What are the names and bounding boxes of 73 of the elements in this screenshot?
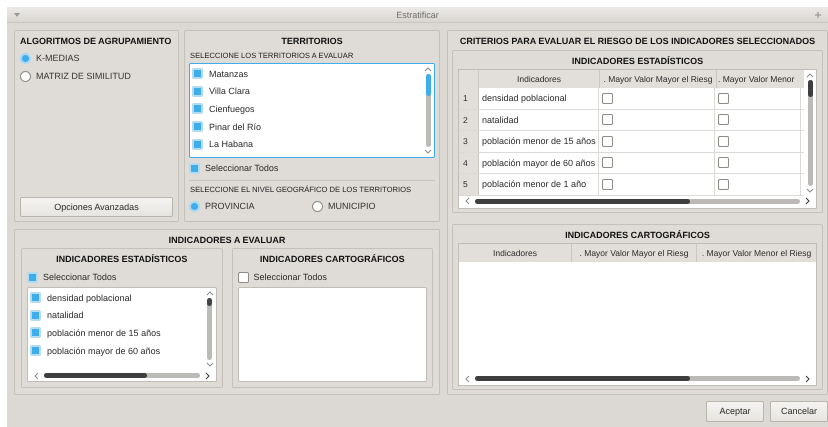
indicator-label[interactable]: población menor de 15 años: [47, 328, 161, 338]
panel-title: INDICADORES A EVALUAR: [168, 234, 286, 247]
checkbox[interactable]: [238, 272, 248, 282]
dialog-button[interactable]: Aceptar: [706, 400, 764, 422]
window-title: Estratificar: [396, 10, 439, 20]
horizontal-scrollbar[interactable]: [475, 198, 800, 204]
horizontal-scrollbar[interactable]: [475, 376, 800, 381]
checkbox[interactable]: [602, 178, 613, 190]
table-cell: natalidad: [479, 110, 599, 130]
indicator-label[interactable]: densidad poblacional: [47, 292, 132, 303]
panel-title: ALGORITMOS DE AGRUPAMIENTO: [20, 35, 172, 48]
vertical-scrollbar[interactable]: [808, 80, 812, 186]
panel-title: TERRITORIOS: [280, 35, 344, 48]
chevron-left-icon[interactable]: [34, 372, 39, 380]
vertical-scrollbar[interactable]: [426, 74, 430, 147]
row-number: 3: [459, 131, 479, 152]
chevron-up-icon[interactable]: [206, 291, 214, 296]
checkbox[interactable]: [718, 114, 729, 126]
territory-label[interactable]: Matanzas: [209, 68, 248, 79]
radio-button[interactable]: [189, 200, 200, 212]
panel-title: INDICADORES ESTADÍSTICOS: [55, 253, 188, 266]
checkbox-label[interactable]: Seleccionar Todos: [205, 163, 278, 173]
radio-label[interactable]: K-MEDIAS: [36, 53, 80, 63]
vertical-scrollbar[interactable]: [207, 298, 212, 360]
radio-label[interactable]: MATRIZ DE SIMILITUD: [36, 71, 131, 81]
checkbox[interactable]: [602, 157, 613, 168]
indicator-label[interactable]: población mayor de 60 años: [47, 346, 160, 356]
chevron-left-icon[interactable]: [465, 197, 470, 205]
menu-triangle-icon[interactable]: [13, 12, 21, 18]
territory-label[interactable]: Pinar del Río: [209, 122, 262, 132]
chevron-up-icon[interactable]: [806, 73, 814, 78]
maximize-icon[interactable]: [814, 10, 822, 18]
chevron-down-icon[interactable]: [424, 149, 432, 154]
checkbox-label[interactable]: Seleccionar Todos: [43, 272, 116, 282]
checkbox-label[interactable]: Seleccionar Todos: [254, 272, 327, 282]
table-cell: población mayor de 60 años: [479, 152, 599, 173]
checkbox[interactable]: [602, 92, 613, 104]
radio-label[interactable]: MUNICIPIO: [328, 201, 376, 211]
table-cell: densidad poblacional: [479, 88, 599, 108]
row-number: 2: [459, 110, 479, 130]
horizontal-scrollbar[interactable]: [44, 373, 200, 378]
chevron-down-icon[interactable]: [206, 362, 214, 367]
row-number: 5: [459, 174, 479, 194]
checkbox[interactable]: [602, 114, 613, 126]
radio-button[interactable]: [20, 70, 31, 82]
dialog-button[interactable]: Cancelar: [770, 400, 828, 422]
table-cell: población menor de 1 año: [479, 174, 599, 194]
radio-button[interactable]: [20, 52, 31, 64]
chevron-left-icon[interactable]: [465, 374, 470, 382]
checkbox[interactable]: [718, 136, 729, 147]
chevron-right-icon[interactable]: [805, 197, 810, 205]
row-number: 4: [459, 152, 479, 173]
checkbox[interactable]: [718, 178, 729, 190]
checkbox[interactable]: [602, 136, 613, 147]
checkbox[interactable]: [718, 92, 729, 104]
table-cell: población menor de 15 años: [479, 131, 599, 152]
indicator-label[interactable]: natalidad: [47, 310, 84, 320]
chevron-right-icon[interactable]: [204, 372, 210, 380]
row-number: 1: [459, 88, 479, 108]
checkbox[interactable]: [718, 157, 729, 168]
chevron-right-icon[interactable]: [805, 374, 810, 382]
territory-label[interactable]: La Habana: [209, 139, 254, 150]
panel-title: INDICADORES ESTADÍSTICOS: [570, 55, 704, 68]
radio-button[interactable]: [312, 200, 323, 212]
panel-title: CRITERIOS PARA EVALUAR EL RIESGO DE LOS INDICADORES SELECCIONADOS: [458, 35, 816, 48]
chevron-up-icon[interactable]: [424, 67, 432, 72]
chevron-down-icon[interactable]: [806, 188, 814, 192]
territory-label[interactable]: Cienfuegos: [209, 104, 255, 114]
radio-label[interactable]: PROVINCIA: [205, 201, 255, 211]
panel-title: INDICADORES CARTOGRÁFICOS: [564, 228, 711, 242]
panel-title: INDICADORES CARTOGRÁFICOS: [258, 253, 406, 266]
territory-label[interactable]: Villa Clara: [209, 86, 250, 96]
advanced-options-button[interactable]: Opciones Avanzadas: [20, 197, 173, 217]
